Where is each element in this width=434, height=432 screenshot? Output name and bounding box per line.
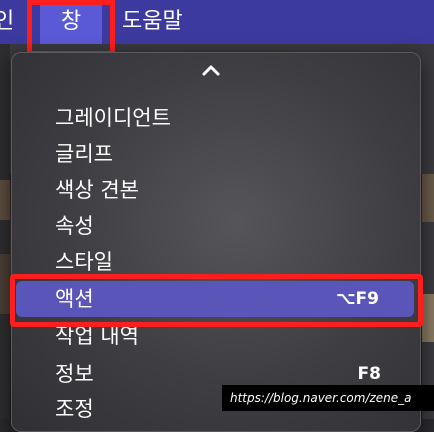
menu-item-label: 조정 — [55, 397, 94, 421]
chevron-up-icon[interactable] — [201, 62, 221, 78]
highlight-box-window-menu — [27, 0, 115, 56]
menu-item-gradient[interactable]: 그레이디언트 — [11, 100, 421, 136]
menu-item-label: 색상 견본 — [55, 178, 139, 202]
left-panel-edge — [0, 44, 10, 419]
menu-item-glyphs[interactable]: 글리프 — [11, 136, 421, 172]
menu-item-label: 그레이디언트 — [55, 106, 171, 130]
menu-partial[interactable]: 인 — [0, 0, 14, 44]
window-menu-dropdown: 그레이디언트 글리프 색상 견본 속성 스타일 액션 ⌥F9 작업 내역 정보 … — [11, 52, 421, 432]
menu-item-swatches[interactable]: 색상 견본 — [11, 172, 421, 208]
right-panel-edge — [422, 44, 434, 419]
menu-item-label: 글리프 — [55, 142, 113, 166]
menu-item-properties[interactable]: 속성 — [11, 208, 421, 244]
menu-item-label: 속성 — [55, 214, 94, 238]
menu-item-label: 정보 — [55, 362, 94, 386]
highlight-box-actions-item — [10, 274, 423, 327]
menu-help[interactable]: 도움말 — [122, 0, 183, 44]
watermark-url: https://blog.naver.com/zene_a — [222, 385, 434, 411]
